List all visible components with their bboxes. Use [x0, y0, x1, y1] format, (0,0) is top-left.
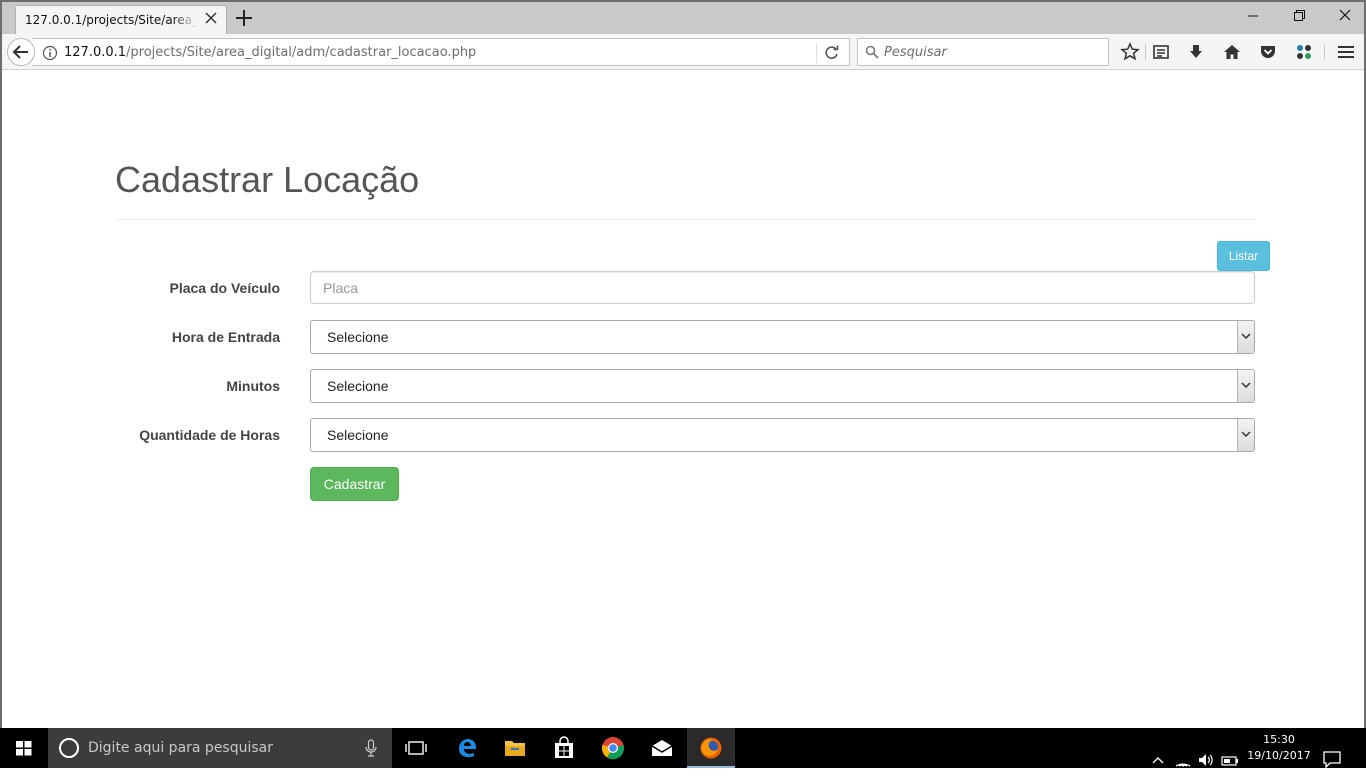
back-button[interactable] — [7, 38, 35, 66]
chevron-down-icon — [1241, 333, 1251, 340]
register-button[interactable]: Cadastrar — [310, 467, 399, 501]
taskbar: Digite aqui para pesquisar 15:30 19/10/2… — [0, 728, 1366, 769]
toolbar-separator — [1324, 44, 1325, 60]
back-icon — [12, 45, 28, 59]
extension-icon[interactable] — [1294, 42, 1314, 62]
taskbar-search-placeholder: Digite aqui para pesquisar — [88, 740, 274, 756]
file-explorer-icon — [505, 741, 525, 756]
entry-hour-label: Hora de Entrada — [171, 329, 280, 345]
task-view-button[interactable] — [392, 728, 440, 768]
download-icon[interactable] — [1186, 42, 1206, 62]
cortana-icon — [59, 738, 79, 758]
url-host: 127.0.0.1 — [64, 45, 127, 60]
minimize-icon — [1248, 15, 1258, 17]
tab-strip: 127.0.0.1/projects/Site/area_digital/adm… — [2, 2, 1364, 34]
dropdown-arrow[interactable] — [1237, 321, 1254, 353]
task-view-icon — [405, 741, 427, 755]
reading-list-icon[interactable] — [1151, 42, 1171, 62]
store-icon — [555, 736, 573, 758]
taskbar-clock[interactable]: 15:30 19/10/2017 — [1236, 732, 1322, 764]
restore-button[interactable] — [1276, 6, 1322, 30]
title-divider — [115, 219, 1255, 220]
firefox-icon — [700, 737, 722, 759]
chevron-down-icon — [1241, 431, 1251, 438]
search-input[interactable] — [884, 43, 1104, 61]
taskbar-search[interactable]: Digite aqui para pesquisar — [48, 728, 392, 768]
minutes-select[interactable]: Selecione — [310, 369, 1255, 403]
star-icon[interactable] — [1120, 42, 1140, 62]
notification-icon[interactable] — [1322, 739, 1342, 779]
chrome-icon — [601, 737, 625, 760]
address-bar[interactable]: 127.0.0.1/projects/Site/area_digital/adm… — [32, 38, 850, 66]
edge-app[interactable] — [443, 728, 491, 768]
entry-hour-select[interactable]: Selecione — [310, 320, 1255, 354]
edge-icon — [459, 739, 476, 758]
info-icon[interactable] — [42, 45, 58, 61]
chevron-up-icon[interactable] — [1150, 740, 1166, 780]
search-icon — [865, 45, 879, 59]
plate-label: Placa do Veículo — [169, 280, 281, 296]
navigation-bar: 127.0.0.1/projects/Site/area_digital/adm… — [2, 34, 1364, 70]
url-separator — [816, 43, 817, 63]
volume-icon[interactable] — [1197, 740, 1215, 780]
minutes-label: Minutos — [226, 378, 280, 394]
browser-tab[interactable]: 127.0.0.1/projects/Site/area_digital/adm… — [15, 5, 227, 34]
minimize-button[interactable] — [1230, 6, 1276, 30]
page-content: Cadastrar Locação Listar Placa do Veícul… — [2, 71, 1364, 730]
firefox-app[interactable] — [687, 728, 735, 768]
hours-quantity-label: Quantidade de Horas — [139, 427, 280, 443]
close-icon — [1339, 9, 1351, 21]
toolbar-separator — [1145, 44, 1146, 60]
mic-icon[interactable] — [364, 739, 378, 757]
wifi-icon[interactable] — [1174, 740, 1192, 780]
chevron-down-icon — [1241, 382, 1251, 389]
close-window-button[interactable] — [1322, 6, 1364, 30]
dropdown-arrow[interactable] — [1237, 370, 1254, 402]
windows-start-icon — [16, 741, 32, 756]
start-button[interactable] — [0, 728, 48, 768]
restore-icon — [1294, 10, 1305, 21]
tab-title: 127.0.0.1/projects/Site/area_digital/adm… — [25, 13, 197, 27]
chrome-app[interactable] — [589, 728, 637, 768]
list-button[interactable]: Listar — [1217, 241, 1270, 271]
page-title: Cadastrar Locação — [115, 159, 420, 200]
mail-app[interactable] — [638, 728, 686, 768]
file-explorer-app[interactable] — [491, 728, 539, 768]
browser-window: 127.0.0.1/projects/Site/area_digital/adm… — [0, 0, 1366, 768]
pocket-icon[interactable] — [1258, 42, 1278, 62]
url-text[interactable]: 127.0.0.1/projects/Site/area_digital/adm… — [64, 45, 476, 60]
search-box[interactable] — [857, 38, 1109, 66]
clock-time: 15:30 — [1263, 733, 1295, 746]
home-icon[interactable] — [1222, 42, 1242, 62]
url-path: /projects/Site/area_digital/adm/cadastra… — [126, 45, 477, 60]
reload-icon[interactable] — [823, 44, 841, 62]
entry-hour-value: Selecione — [327, 329, 389, 345]
clock-date: 19/10/2017 — [1247, 749, 1311, 762]
new-tab-icon[interactable] — [234, 8, 254, 28]
minutes-value: Selecione — [327, 378, 389, 394]
menu-icon[interactable] — [1336, 42, 1356, 62]
close-tab-icon[interactable] — [203, 10, 219, 26]
mail-icon — [651, 740, 673, 756]
hours-quantity-value: Selecione — [327, 427, 389, 443]
hours-quantity-select[interactable]: Selecione — [310, 418, 1255, 452]
plate-input[interactable] — [310, 271, 1255, 304]
dropdown-arrow[interactable] — [1237, 419, 1254, 451]
store-app[interactable] — [540, 728, 588, 768]
